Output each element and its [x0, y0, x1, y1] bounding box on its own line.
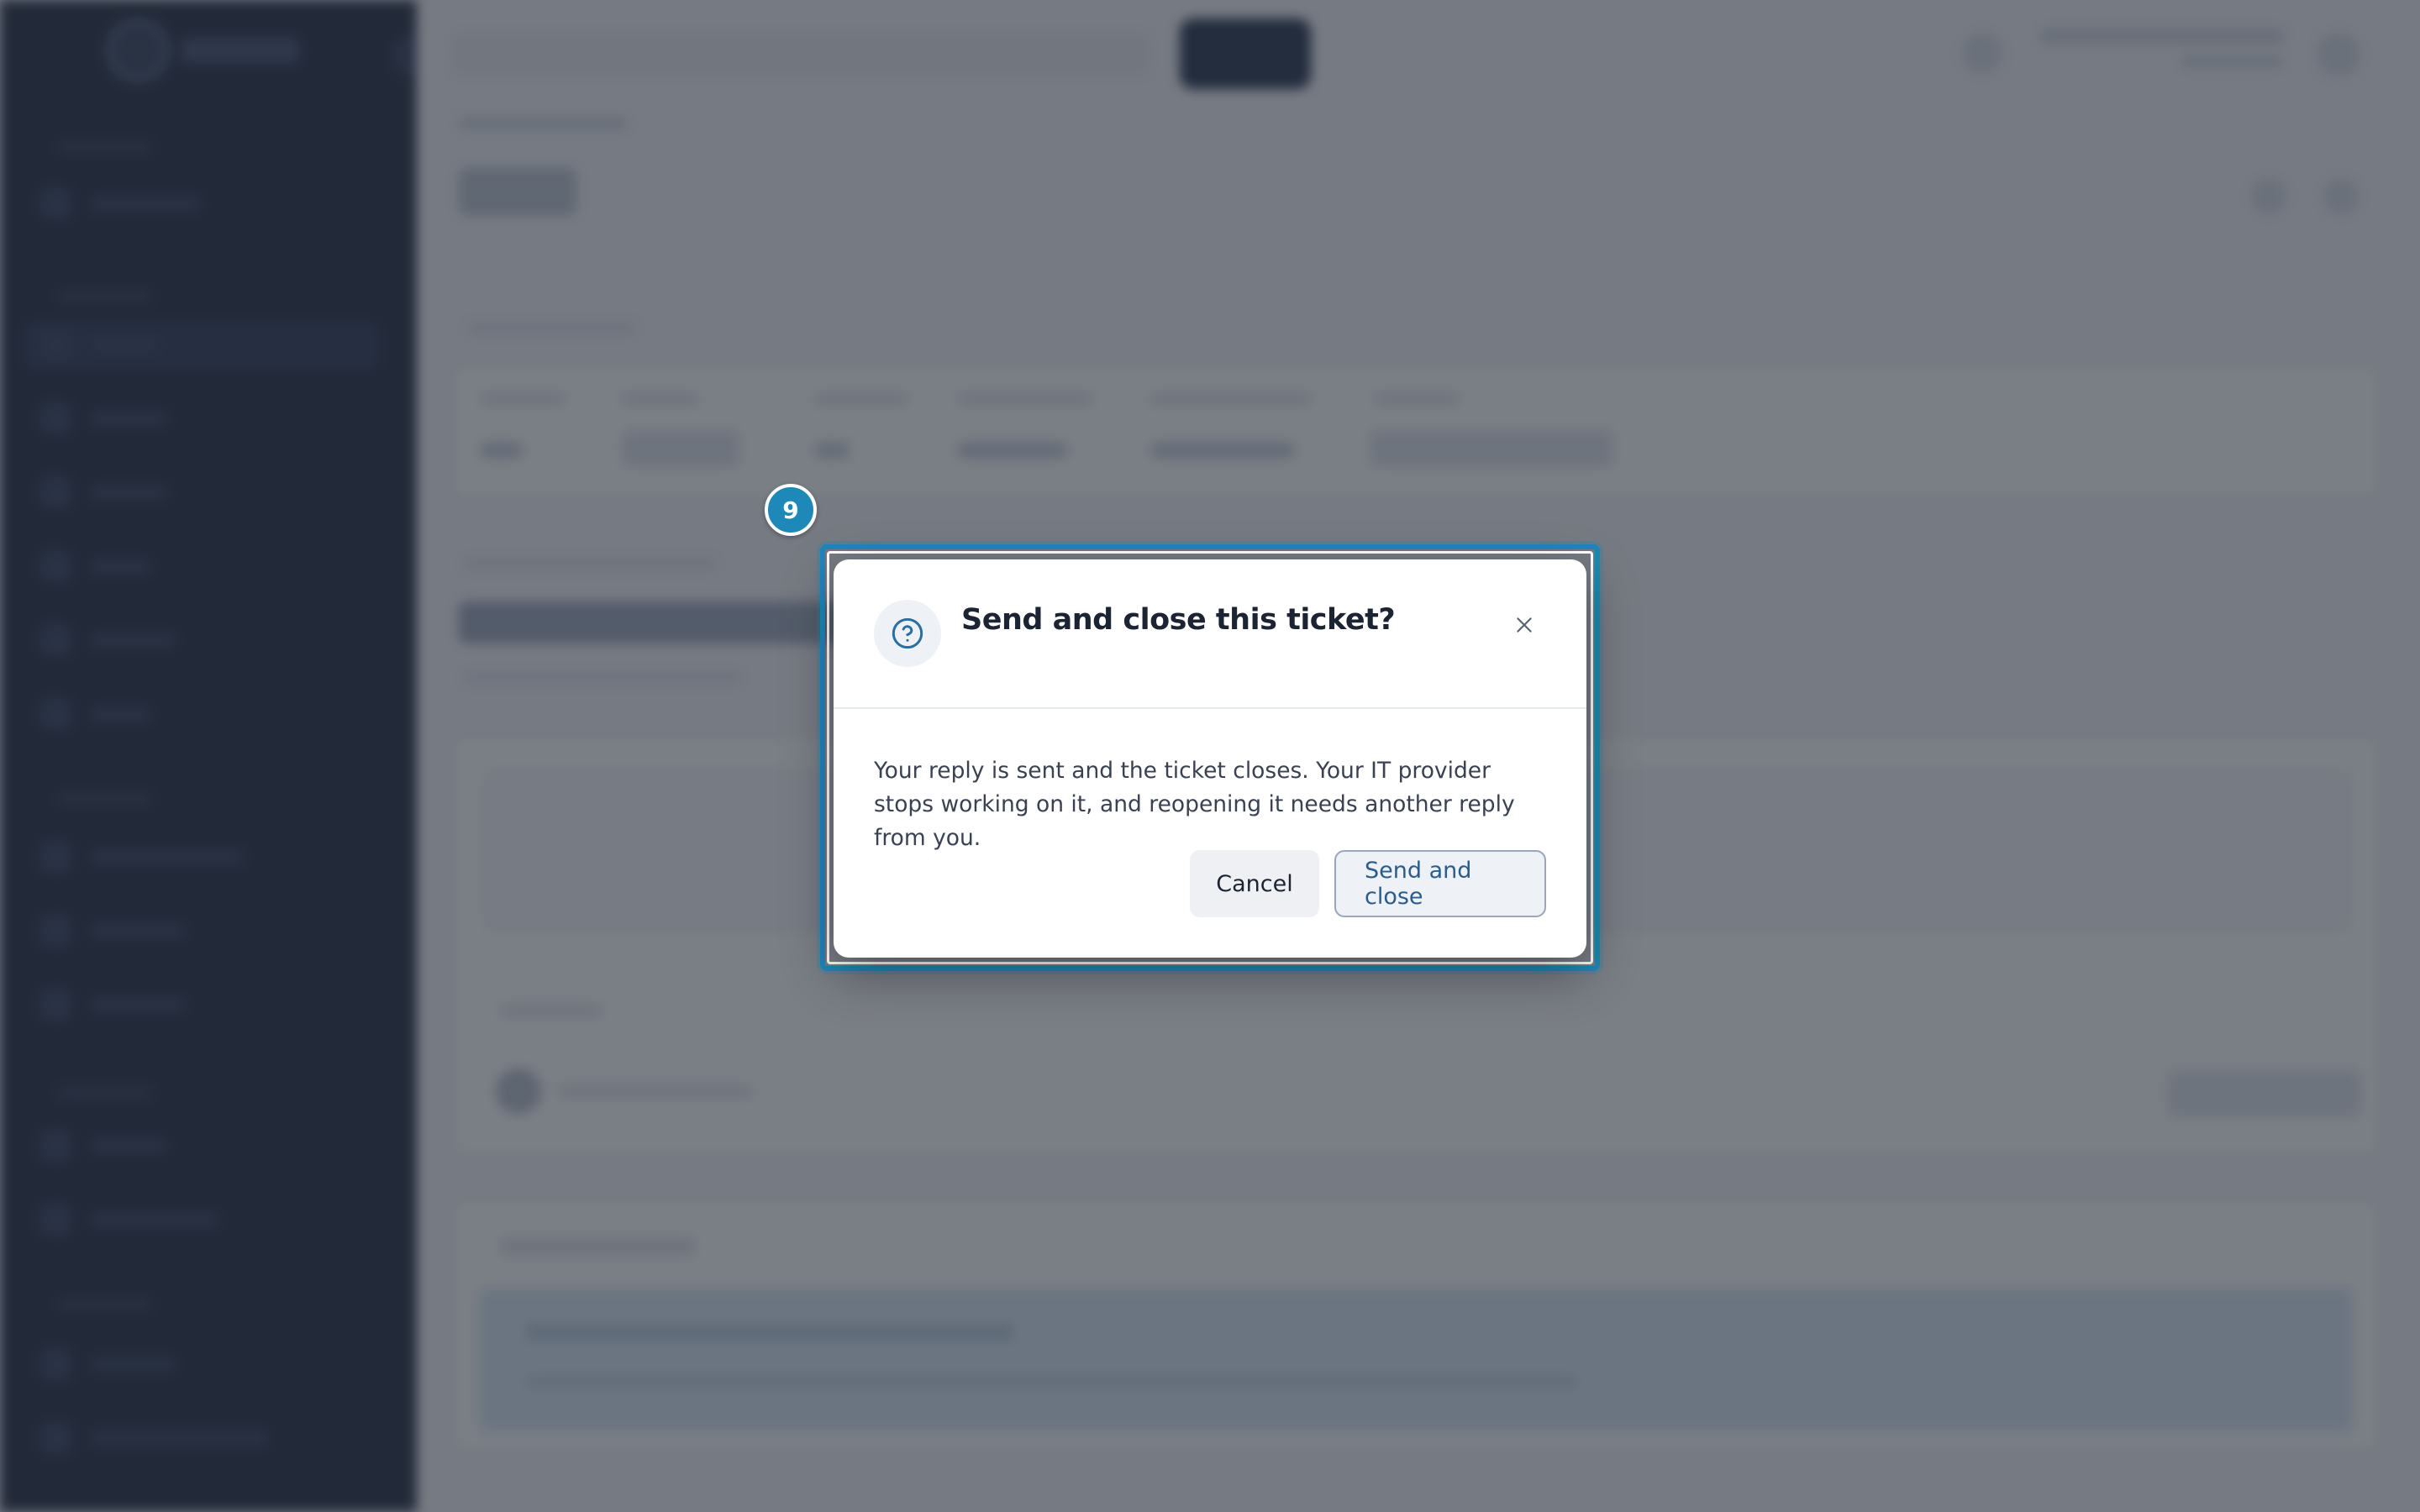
close-icon	[1517, 617, 1532, 633]
question-circle-icon	[874, 600, 941, 667]
send-and-close-button[interactable]: Send and close	[1334, 850, 1546, 917]
step-badge: 9	[765, 484, 817, 536]
dialog-body: Your reply is sent and the ticket closes…	[874, 758, 1515, 851]
dialog-title: Send and close this ticket?	[961, 603, 1396, 637]
confirm-dialog: Send and close this ticket? Your reply i…	[834, 559, 1586, 958]
dialog-actions: Cancel Send and close	[1190, 850, 1546, 917]
dialog-header: Send and close this ticket?	[834, 559, 1586, 709]
close-button[interactable]	[1506, 606, 1543, 643]
cancel-button[interactable]: Cancel	[1190, 850, 1319, 917]
